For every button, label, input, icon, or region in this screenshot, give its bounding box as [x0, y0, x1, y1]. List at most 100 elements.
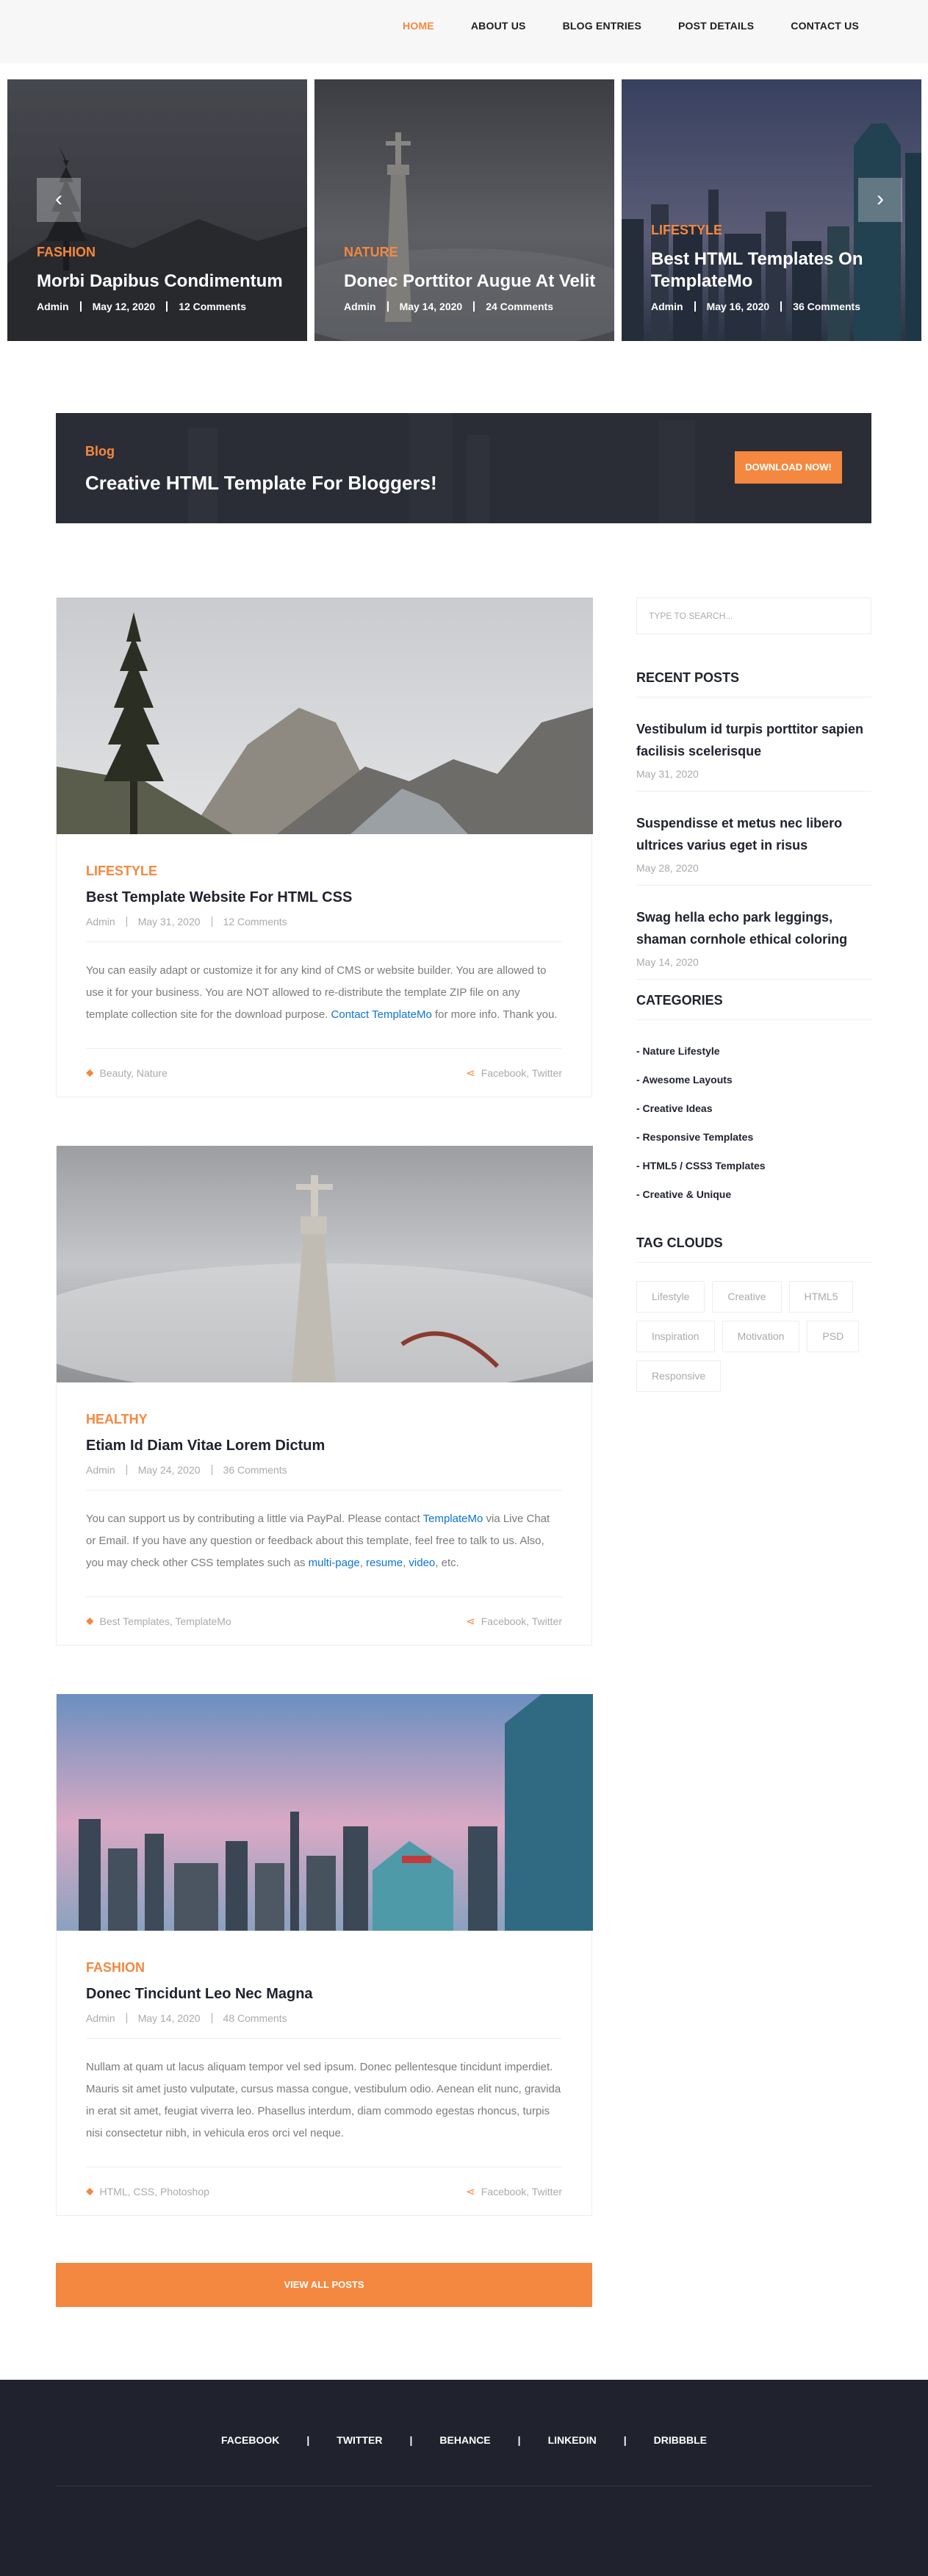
post-date[interactable]: May 31, 2020: [126, 916, 212, 927]
slide-author[interactable]: Admin: [37, 301, 80, 312]
post-comments[interactable]: 12 Comments: [211, 916, 298, 927]
contact-templatemo-link[interactable]: Contact TemplateMo: [331, 1008, 432, 1021]
post-body: Fashion Donec Tincidunt Leo Nec Magna Ad…: [57, 1931, 591, 2215]
post-title[interactable]: Donec Tincidunt Leo Nec Magna: [86, 1986, 562, 2003]
post-comments[interactable]: 48 Comments: [211, 2013, 298, 2023]
post-tags-list[interactable]: Beauty, Nature: [100, 1067, 168, 1079]
post-date[interactable]: May 24, 2020: [126, 1465, 212, 1475]
slide-caption: Nature Donec Porttitor Augue At Velit Ad…: [344, 245, 603, 312]
slide-comments[interactable]: 36 Comments: [780, 301, 871, 312]
category-item[interactable]: - HTML5 / CSS3 Templates: [636, 1152, 871, 1180]
recent-post-item[interactable]: Swag hella echo park leggings, shaman co…: [636, 906, 871, 980]
recent-post-item[interactable]: Vestibulum id turpis porttitor sapien fa…: [636, 718, 871, 792]
tag-item[interactable]: Lifestyle: [636, 1281, 705, 1313]
category-item[interactable]: - Creative & Unique: [636, 1180, 871, 1209]
nav-contact-us[interactable]: CONTACT US: [791, 20, 859, 32]
nav-blog-entries[interactable]: BLOG ENTRIES: [563, 20, 641, 32]
slide-title[interactable]: Morbi Dapibus Condimentum: [37, 270, 295, 293]
hero-slider: ‹ Fashion Morbi Dapibus Condimentum Admi…: [7, 79, 921, 341]
post-title[interactable]: Etiam Id Diam Vitae Lorem Dictum: [86, 1438, 562, 1454]
view-all-posts-button[interactable]: VIEW ALL POSTS: [56, 2263, 592, 2307]
post-share-list[interactable]: Facebook, Twitter: [481, 1615, 562, 1627]
nav-home[interactable]: HOME: [403, 20, 434, 32]
slide-title[interactable]: Best HTML Templates On TemplateMo: [651, 248, 910, 293]
category-item[interactable]: - Awesome Layouts: [636, 1066, 871, 1094]
post-category[interactable]: Healthy: [86, 1412, 562, 1427]
post-author[interactable]: Admin: [86, 2013, 126, 2023]
tag-icon: ⬥: [86, 2185, 94, 2198]
recent-post-title[interactable]: Swag hella echo park leggings, shaman co…: [636, 906, 871, 950]
slide-item[interactable]: › Lifestyle Best HTML Templates On Templ…: [622, 79, 921, 341]
chevron-right-icon[interactable]: ›: [858, 178, 902, 222]
post-category[interactable]: Lifestyle: [86, 864, 562, 879]
slide-category[interactable]: Fashion: [37, 245, 295, 260]
category-item[interactable]: - Responsive Templates: [636, 1123, 871, 1152]
slide-category[interactable]: Lifestyle: [651, 223, 910, 238]
slide-comments[interactable]: 24 Comments: [473, 301, 564, 312]
post-category[interactable]: Fashion: [86, 1960, 562, 1976]
recent-posts-title: Recent Posts: [636, 670, 871, 697]
tag-item[interactable]: Inspiration: [636, 1321, 715, 1352]
tag-item[interactable]: PSD: [807, 1321, 860, 1352]
post-author[interactable]: Admin: [86, 916, 126, 927]
cta-label: Blog: [85, 444, 115, 459]
recent-post-title[interactable]: Vestibulum id turpis porttitor sapien fa…: [636, 718, 871, 762]
slide-category[interactable]: Nature: [344, 245, 603, 260]
category-list: - Nature Lifestyle - Awesome Layouts - C…: [636, 1037, 871, 1209]
post-share-list[interactable]: Facebook, Twitter: [481, 2186, 562, 2198]
behance-link[interactable]: BEHANCE: [439, 2434, 490, 2446]
post-share: ⋖ Facebook, Twitter: [466, 1615, 562, 1628]
blog-post: Fashion Donec Tincidunt Leo Nec Magna Ad…: [56, 1694, 593, 2216]
post-date[interactable]: May 14, 2020: [126, 2013, 212, 2023]
templatemo-link[interactable]: TemplateMo: [423, 1513, 483, 1525]
nav-post-details[interactable]: POST DETAILS: [678, 20, 754, 32]
facebook-link[interactable]: FACEBOOK: [221, 2434, 279, 2446]
post-title[interactable]: Best Template Website For HTML CSS: [86, 889, 562, 906]
tag-item[interactable]: HTML5: [788, 1281, 854, 1313]
post-text: Nullam at quam ut lacus aliquam tempor v…: [86, 2061, 561, 2139]
categories-widget: Categories - Nature Lifestyle - Awesome …: [636, 993, 871, 1209]
post-tags-list[interactable]: HTML, CSS, Photoshop: [100, 2186, 209, 2198]
post-share-list[interactable]: Facebook, Twitter: [481, 1067, 562, 1079]
slide-item[interactable]: ‹ Fashion Morbi Dapibus Condimentum Admi…: [7, 79, 307, 341]
slide-date[interactable]: May 16, 2020: [694, 301, 781, 312]
main-nav: HOME ABOUT US BLOG ENTRIES POST DETAILS …: [366, 20, 859, 32]
linkedin-link[interactable]: LINKEDIN: [548, 2434, 597, 2446]
post-comments[interactable]: 36 Comments: [211, 1465, 298, 1475]
category-item[interactable]: - Creative Ideas: [636, 1094, 871, 1123]
slide-author[interactable]: Admin: [344, 301, 387, 312]
post-footer: ⬥ HTML, CSS, Photoshop ⋖ Facebook, Twitter: [86, 2167, 562, 2215]
slide-date[interactable]: May 14, 2020: [386, 301, 474, 312]
slide-comments[interactable]: 12 Comments: [166, 301, 257, 312]
download-now-button[interactable]: DOWNLOAD NOW!: [735, 451, 842, 484]
recent-post-title[interactable]: Suspendisse et metus nec libero ultrices…: [636, 812, 871, 856]
resume-link[interactable]: resume: [366, 1557, 403, 1569]
chevron-left-icon[interactable]: ‹: [37, 178, 81, 222]
slide-item[interactable]: Nature Donec Porttitor Augue At Velit Ad…: [314, 79, 614, 341]
category-item[interactable]: - Nature Lifestyle: [636, 1037, 871, 1066]
twitter-link[interactable]: TWITTER: [337, 2434, 382, 2446]
post-image-graphic: [57, 1694, 593, 1931]
dribbble-link[interactable]: DRIBBBLE: [654, 2434, 707, 2446]
tag-item[interactable]: Motivation: [722, 1321, 800, 1352]
post-tags: ⬥ HTML, CSS, Photoshop: [86, 2185, 209, 2198]
slide-date[interactable]: May 12, 2020: [79, 301, 167, 312]
separator: |: [517, 2434, 521, 2446]
slide-title[interactable]: Donec Porttitor Augue At Velit: [344, 270, 603, 293]
post-text-part: ,: [359, 1557, 367, 1569]
multi-page-link[interactable]: multi-page: [309, 1557, 360, 1569]
tag-clouds-title: Tag Clouds: [636, 1235, 871, 1263]
slide-author[interactable]: Admin: [651, 301, 694, 312]
tag-item[interactable]: Creative: [712, 1281, 782, 1313]
recent-post-item[interactable]: Suspendisse et metus nec libero ultrices…: [636, 812, 871, 886]
slide-caption: Fashion Morbi Dapibus Condimentum Admin …: [37, 245, 295, 312]
post-author[interactable]: Admin: [86, 1465, 126, 1475]
video-link[interactable]: video: [409, 1557, 435, 1569]
nav-about-us[interactable]: ABOUT US: [471, 20, 526, 32]
recent-post-date: May 14, 2020: [636, 956, 699, 968]
post-tags: ⬥ Beauty, Nature: [86, 1066, 168, 1079]
cta-banner: Blog Creative HTML Template For Bloggers…: [56, 413, 871, 523]
post-tags-list[interactable]: Best Templates, TemplateMo: [100, 1615, 231, 1627]
search-input[interactable]: TYPE TO SEARCH...: [636, 598, 871, 634]
tag-item[interactable]: Responsive: [636, 1360, 722, 1392]
